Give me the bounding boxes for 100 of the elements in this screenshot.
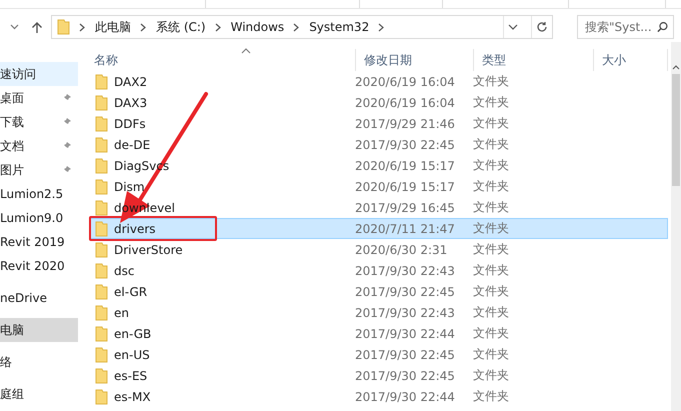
column-header[interactable]: 修改日期 bbox=[356, 49, 474, 71]
table-cell-text: 文件夹 bbox=[472, 157, 510, 174]
file-row[interactable]: es-MX 2017/9/30 22:44 文件夹 bbox=[90, 386, 668, 407]
scrollbar[interactable] bbox=[671, 42, 681, 411]
table-cell-text: 文件夹 bbox=[472, 199, 510, 216]
up-arrow-icon[interactable] bbox=[31, 20, 43, 34]
breadcrumb[interactable]: Windows bbox=[230, 20, 284, 34]
nav-item[interactable]: 下载 bbox=[0, 110, 78, 134]
table-cell-text: 2017/9/30 22:45 bbox=[354, 284, 456, 298]
table-cell-text: 文件夹 bbox=[472, 73, 510, 90]
table-cell-text: 2017/9/29 21:46 bbox=[354, 116, 456, 130]
table-cell-text: 文件夹 bbox=[472, 346, 510, 363]
folder-icon bbox=[95, 326, 108, 342]
file-name: DriverStore bbox=[91, 240, 347, 259]
pin-icon[interactable] bbox=[63, 93, 72, 103]
table-cell-text: 文件夹 bbox=[472, 220, 510, 237]
file-row[interactable]: en-US 2017/9/30 22:45 文件夹 bbox=[90, 344, 668, 365]
file-row[interactable]: drivers 2020/7/11 21:47 文件夹 bbox=[90, 218, 668, 239]
breadcrumb[interactable]: 此电脑 bbox=[95, 18, 131, 36]
file-name: de-DE bbox=[91, 135, 347, 154]
table-cell-text: 2017/9/30 22:45 bbox=[354, 138, 456, 152]
file-name: drivers bbox=[114, 222, 156, 236]
folder-icon bbox=[95, 346, 108, 362]
search-icon bbox=[657, 21, 668, 33]
column-header[interactable]: 类型 bbox=[474, 49, 594, 71]
file-row[interactable]: dsc 2017/9/30 22:43 文件夹 bbox=[90, 260, 668, 281]
table-cell-text: 文件夹 bbox=[472, 115, 510, 132]
file-row[interactable]: DDFs 2017/9/29 21:46 文件夹 bbox=[90, 113, 668, 134]
nav-item[interactable]: 络 bbox=[0, 350, 78, 374]
scrollbar-thumb[interactable] bbox=[672, 74, 680, 186]
nav-item[interactable]: 速访问 bbox=[0, 62, 78, 86]
folder-icon bbox=[95, 242, 108, 258]
folder-icon bbox=[95, 262, 108, 278]
table-cell-text: 文件夹 bbox=[472, 94, 510, 111]
table-cell-text: 2020/6/19 15:17 bbox=[354, 180, 456, 194]
folder-icon bbox=[95, 94, 108, 110]
pin-icon[interactable] bbox=[63, 165, 72, 175]
file-row[interactable]: de-DE 2017/9/30 22:45 文件夹 bbox=[90, 134, 668, 155]
column-header[interactable]: 大小 bbox=[594, 49, 668, 71]
file-row[interactable]: en 2017/9/30 22:43 文件夹 bbox=[90, 302, 668, 323]
nav-item[interactable]: 桌面 bbox=[0, 86, 78, 110]
table-cell-text: 文件夹 bbox=[472, 178, 510, 195]
chevron-right-icon bbox=[79, 22, 86, 32]
table-cell-text: 2017/9/30 22:44 bbox=[354, 326, 456, 340]
folder-icon bbox=[57, 19, 70, 35]
table-cell-text: 文件夹 bbox=[472, 325, 510, 342]
address-bar[interactable]: 此电脑 系统 (C:) Windows System32 bbox=[51, 15, 553, 39]
table-cell-text: 文件夹 bbox=[472, 241, 510, 258]
file-row[interactable]: DriverStore 2020/6/30 2:31 文件夹 bbox=[90, 239, 668, 260]
nav-item[interactable]: 电脑 bbox=[0, 318, 78, 342]
file-name: en bbox=[91, 303, 347, 322]
table-cell-text: 2017/9/30 22:43 bbox=[354, 306, 456, 320]
scroll-up-icon[interactable] bbox=[672, 64, 680, 70]
table-cell-text: 2017/9/30 22:45 bbox=[354, 368, 456, 382]
breadcrumb[interactable]: System32 bbox=[309, 20, 370, 34]
column-header[interactable]: 名称 bbox=[90, 49, 356, 71]
table-cell-text: 2017/9/30 22:45 bbox=[354, 348, 456, 362]
table-cell-text: 2017/9/30 22:44 bbox=[354, 390, 456, 404]
pin-icon[interactable] bbox=[63, 141, 72, 151]
nav-item[interactable]: Lumion9.0 bbox=[0, 206, 78, 230]
file-name: DDFs bbox=[91, 114, 347, 133]
nav-item[interactable]: Revit 2019 bbox=[0, 230, 78, 254]
breadcrumb[interactable]: 系统 (C:) bbox=[156, 18, 206, 36]
file-name: en-GB bbox=[91, 324, 347, 343]
nav-item[interactable]: 文档 bbox=[0, 134, 78, 158]
table-cell-text: 文件夹 bbox=[472, 262, 510, 279]
file-row[interactable]: DAX3 2020/6/19 16:04 文件夹 bbox=[90, 92, 668, 113]
folder-icon bbox=[95, 388, 108, 404]
table-cell-text: 文件夹 bbox=[472, 388, 510, 405]
table-cell-text: 2020/6/30 2:31 bbox=[354, 242, 448, 256]
folder-icon bbox=[95, 304, 108, 320]
pin-icon[interactable] bbox=[63, 117, 72, 127]
table-cell-text: 2020/6/19 15:17 bbox=[354, 158, 456, 172]
folder-icon bbox=[95, 178, 108, 194]
nav-item[interactable]: neDrive bbox=[0, 286, 78, 310]
file-name: es-ES bbox=[91, 366, 347, 385]
file-row[interactable]: es-ES 2017/9/30 22:45 文件夹 bbox=[90, 365, 668, 386]
folder-icon bbox=[95, 284, 108, 300]
search-field[interactable]: 搜索"Syst... bbox=[577, 15, 674, 39]
file-row[interactable]: el-GR 2017/9/30 22:45 文件夹 bbox=[90, 281, 668, 302]
file-row[interactable]: Dism 2020/6/19 15:17 文件夹 bbox=[90, 176, 668, 197]
nav-item[interactable]: Lumion2.5 bbox=[0, 182, 78, 206]
folder-icon bbox=[95, 200, 108, 216]
table-cell-text: 2020/7/11 21:47 bbox=[354, 222, 456, 236]
dropdown-icon[interactable] bbox=[508, 24, 518, 30]
nav-item[interactable]: Revit 2020 bbox=[0, 254, 78, 278]
table-cell-text: 2020/6/19 16:04 bbox=[354, 74, 456, 88]
file-row[interactable]: DAX2 2020/6/19 16:04 文件夹 bbox=[90, 71, 668, 92]
refresh-icon[interactable] bbox=[536, 21, 548, 33]
folder-icon bbox=[95, 136, 108, 152]
table-cell-text: 文件夹 bbox=[472, 367, 510, 384]
chevron-right-icon bbox=[378, 22, 386, 32]
nav-item[interactable]: 图片 bbox=[0, 158, 78, 182]
file-row[interactable]: en-GB 2017/9/30 22:44 文件夹 bbox=[90, 323, 668, 344]
table-cell-text: 2017/9/29 16:45 bbox=[354, 200, 456, 214]
folder-icon bbox=[95, 220, 108, 236]
dropdown-icon[interactable] bbox=[10, 24, 19, 30]
table-cell-text: 文件夹 bbox=[472, 136, 510, 153]
table-cell-text: 2020/6/19 16:04 bbox=[354, 96, 456, 110]
nav-item[interactable]: 庭组 bbox=[0, 382, 78, 406]
